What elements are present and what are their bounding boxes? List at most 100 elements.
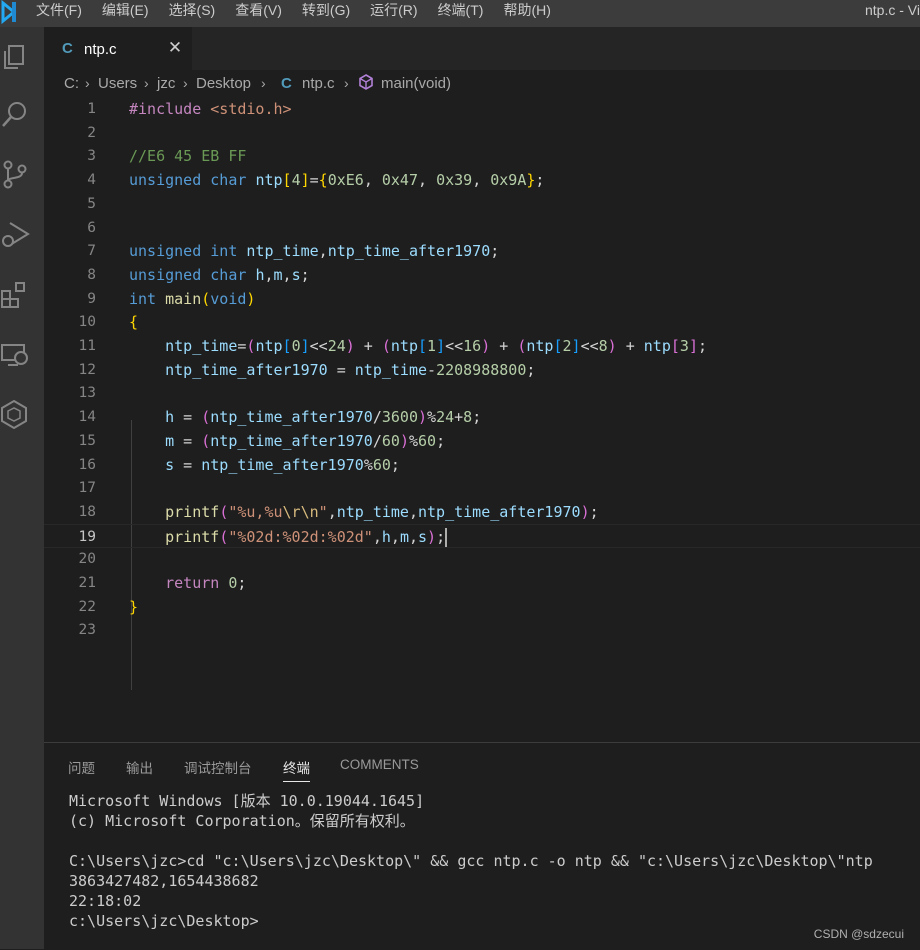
code-token: //E6 45 EB FF xyxy=(129,147,247,166)
code-line[interactable]: 15 m = (ntp_time_after1970/60)%60; xyxy=(44,429,920,453)
menu-help[interactable]: 帮助(H) xyxy=(493,0,560,27)
code-line[interactable]: 3 //E6 45 EB FF xyxy=(44,144,920,168)
line-number: 11 xyxy=(78,338,96,354)
code-token: ntp_time_after1970 xyxy=(210,408,373,427)
code-token: 0x9A xyxy=(490,171,527,190)
code-token: , xyxy=(327,502,337,521)
code-line[interactable]: 21 return 0; xyxy=(44,571,920,595)
code-token: s xyxy=(291,265,301,284)
line-number: 13 xyxy=(78,385,96,402)
code-line[interactable]: 19 printf("%02d:%02d:%02d",h,m,s); xyxy=(44,523,920,549)
menu-edit[interactable]: 编辑(E) xyxy=(92,0,159,27)
watermark: CSDN @sdzecui xyxy=(813,927,904,941)
code-token: 24 xyxy=(327,337,346,355)
menu-terminal[interactable]: 终端(T) xyxy=(428,0,494,27)
explorer-icon[interactable] xyxy=(0,41,30,75)
code-token: ntp_time_after1970 xyxy=(418,502,581,521)
remote-explorer-icon[interactable] xyxy=(0,339,30,373)
line-number: 10 xyxy=(78,314,96,331)
code-line[interactable]: 6 xyxy=(44,216,920,240)
code-line[interactable]: 7 unsigned int ntp_time,ntp_time_after197… xyxy=(44,239,920,263)
code-token: ntp xyxy=(255,171,283,190)
breadcrumb-drive[interactable]: C: xyxy=(64,75,79,92)
code-text: ntp_time=(ntp[0]<<24) + (ntp[1]<<16) + (… xyxy=(129,334,707,358)
line-number: 6 xyxy=(87,219,96,236)
run-debug-icon[interactable] xyxy=(0,219,30,253)
tab-debug-console[interactable]: 调试控制台 xyxy=(184,757,252,777)
code-editor[interactable]: 1 #include <stdio.h> 2 3//E6 45 EB FF 4 unsig… xyxy=(44,96,920,742)
code-token: 2208988800 xyxy=(436,360,527,379)
code-token: , xyxy=(408,527,418,546)
code-token: - xyxy=(427,360,437,379)
tab-comments[interactable]: COMMENTS xyxy=(340,757,419,772)
close-icon[interactable]: ✕ xyxy=(166,38,184,58)
code-line[interactable]: 11 ntp_time=(ntp[0]<<24) + (ntp[1]<<16) … xyxy=(44,334,920,358)
code-token: ; xyxy=(490,242,500,261)
source-control-icon[interactable] xyxy=(0,159,30,193)
code-line[interactable]: 5 xyxy=(44,192,920,216)
search-icon[interactable] xyxy=(0,99,30,133)
code-token: ; xyxy=(436,431,446,450)
menu-run[interactable]: 运行(R) xyxy=(360,0,427,27)
code-token: << xyxy=(445,337,464,355)
code-token: % xyxy=(408,431,418,450)
code-line[interactable]: 14 h = (ntp_time_after1970/3600)%24+8; xyxy=(44,405,920,429)
line-number: 9 xyxy=(87,290,96,307)
cube-icon[interactable] xyxy=(0,399,30,433)
code-line[interactable]: 12 ntp_time_after1970 = ntp_time-2208988… xyxy=(44,358,920,382)
code-line[interactable]: 4 unsigned char ntp[4]={0xE6, 0x47, 0x39,… xyxy=(44,168,920,192)
code-text: printf("%u,%u\r\n",ntp_time,ntp_time_aft… xyxy=(129,500,599,524)
tab-terminal[interactable]: 终端 xyxy=(283,757,310,782)
line-number: 12 xyxy=(78,361,96,378)
code-text: { xyxy=(129,310,138,334)
breadcrumb-symbol[interactable]: main(void) xyxy=(381,75,451,92)
code-line[interactable]: 22} xyxy=(44,595,920,619)
code-token: 3600 xyxy=(381,408,418,427)
code-token: ( xyxy=(201,408,211,427)
menu-file[interactable]: 文件(F) xyxy=(26,0,92,27)
menu-selection[interactable]: 选择(S) xyxy=(159,0,226,27)
breadcrumb-file[interactable]: ntp.c xyxy=(302,75,335,92)
menu-go[interactable]: 转到(G) xyxy=(292,0,360,27)
code-line[interactable]: 10 { xyxy=(44,310,920,334)
tab-problems[interactable]: 问题 xyxy=(68,757,95,777)
code-line[interactable]: 9 int main(void) xyxy=(44,287,920,311)
menu-view[interactable]: 查看(V) xyxy=(225,0,292,27)
code-token: m xyxy=(399,527,409,546)
code-line[interactable]: 23 xyxy=(44,618,920,642)
extensions-icon[interactable] xyxy=(0,279,30,313)
breadcrumb-jzc[interactable]: jzc xyxy=(157,75,175,92)
code-token: main xyxy=(165,289,202,308)
menu-bar: 文件(F) 编辑(E) 选择(S) 查看(V) 转到(G) 运行(R) 终端(T… xyxy=(26,0,561,27)
code-line[interactable]: 20 xyxy=(44,547,920,571)
code-line[interactable]: 1 #include <stdio.h> xyxy=(44,97,920,121)
breadcrumb-desktop[interactable]: Desktop xyxy=(196,75,251,92)
code-token: ) xyxy=(481,337,491,355)
tab-output[interactable]: 输出 xyxy=(126,757,153,777)
breadcrumb-users[interactable]: Users xyxy=(98,75,137,92)
code-token: , xyxy=(282,265,292,284)
code-line[interactable]: 2 xyxy=(44,121,920,145)
code-token: "%02d:%02d:%02d" xyxy=(228,527,373,546)
chevron-right-icon: › xyxy=(85,75,90,91)
code-line[interactable]: 13 xyxy=(44,381,920,405)
code-line[interactable]: 8 unsigned char h,m,s; xyxy=(44,263,920,287)
terminal-line: Microsoft Windows [版本 10.0.19044.1645] xyxy=(69,792,425,810)
code-token: return xyxy=(165,574,229,592)
text-cursor xyxy=(445,527,448,547)
code-token: << xyxy=(580,337,599,355)
code-token: ; xyxy=(237,574,247,592)
code-line[interactable]: 16 s = ntp_time_after1970%60; xyxy=(44,453,920,477)
tab-ntp-c[interactable]: C ntp.c ✕ xyxy=(44,27,192,71)
code-text: printf("%02d:%02d:%02d",h,m,s); xyxy=(129,525,448,549)
code-line[interactable]: 17 xyxy=(44,476,920,500)
terminal-output[interactable]: Microsoft Windows [版本 10.0.19044.1645] (… xyxy=(69,791,909,931)
code-line[interactable]: 18 printf("%u,%u\r\n",ntp_time,ntp_time_… xyxy=(44,500,920,524)
code-token: ) xyxy=(345,337,355,355)
line-number: 19 xyxy=(78,528,96,545)
code-token: " xyxy=(318,502,328,521)
code-token: ( xyxy=(381,337,391,355)
